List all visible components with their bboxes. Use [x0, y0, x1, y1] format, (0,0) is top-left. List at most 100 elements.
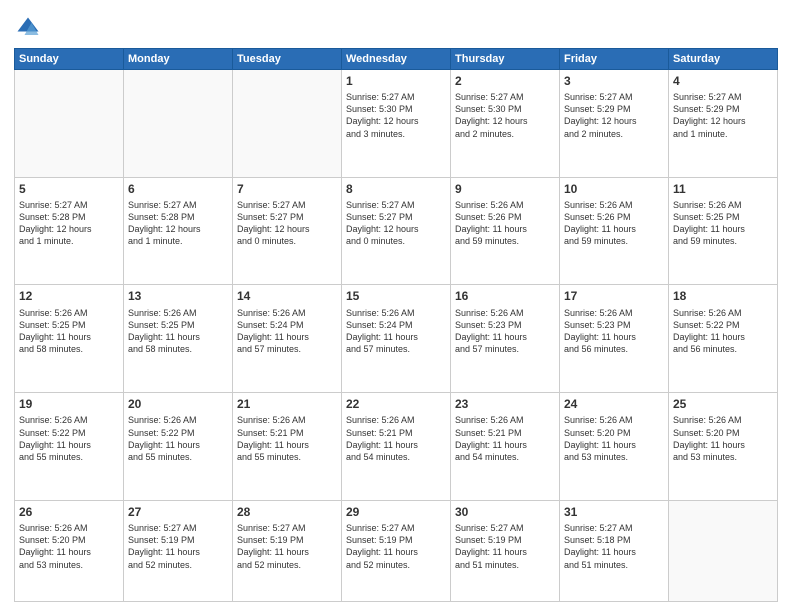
page: SundayMondayTuesdayWednesdayThursdayFrid… — [0, 0, 792, 612]
header — [14, 10, 778, 42]
cell-content: Sunrise: 5:27 AM Sunset: 5:18 PM Dayligh… — [564, 522, 664, 571]
logo — [14, 14, 46, 42]
cell-content: Sunrise: 5:26 AM Sunset: 5:24 PM Dayligh… — [237, 307, 337, 356]
calendar-cell: 25 Sunrise: 5:26 AM Sunset: 5:20 PM Dayli… — [669, 393, 778, 501]
cell-content: Sunrise: 5:26 AM Sunset: 5:24 PM Dayligh… — [346, 307, 446, 356]
calendar-cell: 23 Sunrise: 5:26 AM Sunset: 5:21 PM Dayli… — [451, 393, 560, 501]
day-number: 10 — [564, 181, 664, 197]
day-number: 31 — [564, 504, 664, 520]
calendar-cell: 19 Sunrise: 5:26 AM Sunset: 5:22 PM Dayli… — [15, 393, 124, 501]
day-number: 26 — [19, 504, 119, 520]
calendar-cell: 11Sunrise: 5:26 AM Sunset: 5:25 PM Dayli… — [669, 177, 778, 285]
cell-content: Sunrise: 5:26 AM Sunset: 5:20 PM Dayligh… — [673, 414, 773, 463]
calendar-cell: 13Sunrise: 5:26 AM Sunset: 5:25 PM Dayli… — [124, 285, 233, 393]
day-number: 8 — [346, 181, 446, 197]
calendar-cell — [669, 500, 778, 601]
cell-content: Sunrise: 5:26 AM Sunset: 5:21 PM Dayligh… — [455, 414, 555, 463]
day-number: 20 — [128, 396, 228, 412]
cell-content: Sunrise: 5:27 AM Sunset: 5:30 PM Dayligh… — [346, 91, 446, 140]
calendar-cell: 26Sunrise: 5:26 AM Sunset: 5:20 PM Dayli… — [15, 500, 124, 601]
cell-content: Sunrise: 5:26 AM Sunset: 5:25 PM Dayligh… — [128, 307, 228, 356]
day-number: 6 — [128, 181, 228, 197]
day-number: 5 — [19, 181, 119, 197]
cell-content: Sunrise: 5:27 AM Sunset: 5:28 PM Dayligh… — [19, 199, 119, 248]
calendar-cell: 31 Sunrise: 5:27 AM Sunset: 5:18 PM Dayli… — [560, 500, 669, 601]
cell-content: Sunrise: 5:26 AM Sunset: 5:21 PM Dayligh… — [346, 414, 446, 463]
day-number: 21 — [237, 396, 337, 412]
calendar-cell: 9 Sunrise: 5:26 AM Sunset: 5:26 PM Daylig… — [451, 177, 560, 285]
calendar-cell: 6 Sunrise: 5:27 AM Sunset: 5:28 PM Daylig… — [124, 177, 233, 285]
day-number: 9 — [455, 181, 555, 197]
cell-content: Sunrise: 5:26 AM Sunset: 5:22 PM Dayligh… — [673, 307, 773, 356]
cell-content: Sunrise: 5:26 AM Sunset: 5:26 PM Dayligh… — [455, 199, 555, 248]
calendar-cell: 8 Sunrise: 5:27 AM Sunset: 5:27 PM Daylig… — [342, 177, 451, 285]
calendar-table: SundayMondayTuesdayWednesdayThursdayFrid… — [14, 48, 778, 602]
day-number: 11 — [673, 181, 773, 197]
cell-content: Sunrise: 5:27 AM Sunset: 5:19 PM Dayligh… — [455, 522, 555, 571]
cell-content: Sunrise: 5:26 AM Sunset: 5:26 PM Dayligh… — [564, 199, 664, 248]
calendar-cell: 28Sunrise: 5:27 AM Sunset: 5:19 PM Dayli… — [233, 500, 342, 601]
cell-content: Sunrise: 5:26 AM Sunset: 5:20 PM Dayligh… — [564, 414, 664, 463]
calendar-cell: 22Sunrise: 5:26 AM Sunset: 5:21 PM Dayli… — [342, 393, 451, 501]
day-number: 12 — [19, 288, 119, 304]
cell-content: Sunrise: 5:26 AM Sunset: 5:25 PM Dayligh… — [19, 307, 119, 356]
day-number: 2 — [455, 73, 555, 89]
calendar-cell: 5 Sunrise: 5:27 AM Sunset: 5:28 PM Daylig… — [15, 177, 124, 285]
day-number: 24 — [564, 396, 664, 412]
calendar-cell: 1Sunrise: 5:27 AM Sunset: 5:30 PM Daylig… — [342, 70, 451, 178]
calendar-cell: 24 Sunrise: 5:26 AM Sunset: 5:20 PM Dayli… — [560, 393, 669, 501]
day-number: 25 — [673, 396, 773, 412]
calendar-week-5: 26Sunrise: 5:26 AM Sunset: 5:20 PM Dayli… — [15, 500, 778, 601]
calendar-cell: 29 Sunrise: 5:27 AM Sunset: 5:19 PM Dayli… — [342, 500, 451, 601]
day-number: 30 — [455, 504, 555, 520]
cell-content: Sunrise: 5:27 AM Sunset: 5:19 PM Dayligh… — [128, 522, 228, 571]
calendar-cell: 15 Sunrise: 5:26 AM Sunset: 5:24 PM Dayli… — [342, 285, 451, 393]
cell-content: Sunrise: 5:27 AM Sunset: 5:30 PM Dayligh… — [455, 91, 555, 140]
day-number: 3 — [564, 73, 664, 89]
cell-content: Sunrise: 5:27 AM Sunset: 5:29 PM Dayligh… — [564, 91, 664, 140]
day-number: 14 — [237, 288, 337, 304]
cell-content: Sunrise: 5:27 AM Sunset: 5:19 PM Dayligh… — [346, 522, 446, 571]
calendar-cell — [233, 70, 342, 178]
cell-content: Sunrise: 5:26 AM Sunset: 5:22 PM Dayligh… — [128, 414, 228, 463]
calendar-week-4: 19 Sunrise: 5:26 AM Sunset: 5:22 PM Dayli… — [15, 393, 778, 501]
day-number: 27 — [128, 504, 228, 520]
day-number: 18 — [673, 288, 773, 304]
calendar-cell: 12 Sunrise: 5:26 AM Sunset: 5:25 PM Dayli… — [15, 285, 124, 393]
cell-content: Sunrise: 5:27 AM Sunset: 5:28 PM Dayligh… — [128, 199, 228, 248]
day-number: 16 — [455, 288, 555, 304]
calendar-cell: 3 Sunrise: 5:27 AM Sunset: 5:29 PM Daylig… — [560, 70, 669, 178]
calendar-cell: 2 Sunrise: 5:27 AM Sunset: 5:30 PM Daylig… — [451, 70, 560, 178]
calendar-cell: 14 Sunrise: 5:26 AM Sunset: 5:24 PM Dayli… — [233, 285, 342, 393]
day-number: 15 — [346, 288, 446, 304]
calendar-dow-tuesday: Tuesday — [233, 49, 342, 70]
calendar-cell — [15, 70, 124, 178]
calendar-week-3: 12 Sunrise: 5:26 AM Sunset: 5:25 PM Dayli… — [15, 285, 778, 393]
calendar-cell: 18 Sunrise: 5:26 AM Sunset: 5:22 PM Dayli… — [669, 285, 778, 393]
calendar-cell: 17Sunrise: 5:26 AM Sunset: 5:23 PM Dayli… — [560, 285, 669, 393]
day-number: 7 — [237, 181, 337, 197]
cell-content: Sunrise: 5:26 AM Sunset: 5:22 PM Dayligh… — [19, 414, 119, 463]
cell-content: Sunrise: 5:27 AM Sunset: 5:27 PM Dayligh… — [346, 199, 446, 248]
calendar-week-1: 1Sunrise: 5:27 AM Sunset: 5:30 PM Daylig… — [15, 70, 778, 178]
calendar-dow-friday: Friday — [560, 49, 669, 70]
day-number: 4 — [673, 73, 773, 89]
calendar-dow-saturday: Saturday — [669, 49, 778, 70]
cell-content: Sunrise: 5:27 AM Sunset: 5:27 PM Dayligh… — [237, 199, 337, 248]
cell-content: Sunrise: 5:26 AM Sunset: 5:21 PM Dayligh… — [237, 414, 337, 463]
day-number: 17 — [564, 288, 664, 304]
calendar-dow-monday: Monday — [124, 49, 233, 70]
calendar-header-row: SundayMondayTuesdayWednesdayThursdayFrid… — [15, 49, 778, 70]
calendar-week-2: 5 Sunrise: 5:27 AM Sunset: 5:28 PM Daylig… — [15, 177, 778, 285]
calendar-cell — [124, 70, 233, 178]
day-number: 29 — [346, 504, 446, 520]
day-number: 28 — [237, 504, 337, 520]
calendar-cell: 27 Sunrise: 5:27 AM Sunset: 5:19 PM Dayli… — [124, 500, 233, 601]
calendar-dow-wednesday: Wednesday — [342, 49, 451, 70]
day-number: 23 — [455, 396, 555, 412]
logo-icon — [14, 14, 42, 42]
cell-content: Sunrise: 5:26 AM Sunset: 5:23 PM Dayligh… — [455, 307, 555, 356]
calendar-cell: 20 Sunrise: 5:26 AM Sunset: 5:22 PM Dayli… — [124, 393, 233, 501]
day-number: 19 — [19, 396, 119, 412]
calendar-cell: 30 Sunrise: 5:27 AM Sunset: 5:19 PM Dayli… — [451, 500, 560, 601]
